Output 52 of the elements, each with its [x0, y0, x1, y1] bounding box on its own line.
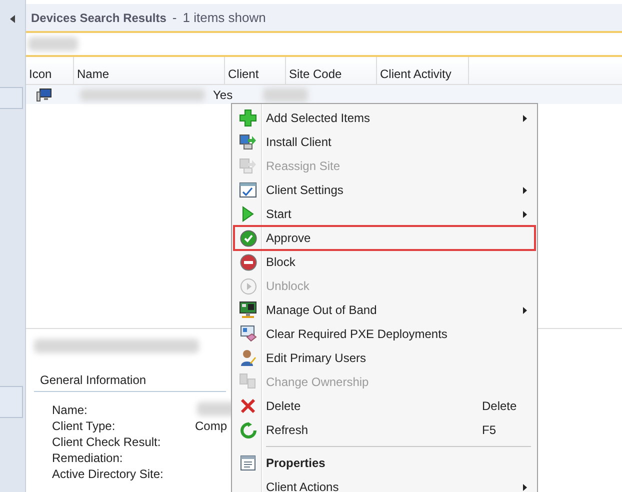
sidebar-tab[interactable] — [0, 386, 23, 418]
column-header[interactable]: Name — [74, 56, 225, 84]
minus-circle-icon — [240, 254, 256, 270]
menu-item[interactable]: Edit Primary Users — [234, 346, 535, 370]
properties-icon — [240, 455, 256, 471]
sidebar-tab[interactable] — [0, 87, 23, 109]
field-label: Active Directory Site: — [52, 466, 164, 482]
field-label: Name: — [52, 402, 88, 418]
field-label: Remediation: — [52, 450, 124, 466]
monitor-eraser-icon — [239, 325, 257, 343]
menu-item[interactable]: Properties — [234, 451, 535, 475]
circuit-board-icon — [239, 301, 257, 319]
check-circle-icon — [240, 230, 256, 246]
items-count: 1 items shown — [182, 10, 266, 26]
table-cell: Yes — [213, 88, 233, 102]
column-header[interactable]: Icon — [26, 56, 74, 84]
blurred-text — [262, 88, 308, 102]
column-header[interactable]: Site Code — [286, 56, 377, 84]
menu-item[interactable]: Install Client — [234, 130, 535, 154]
results-title: Devices Search Results — [31, 10, 166, 25]
column-header[interactable]: Client — [225, 56, 286, 84]
plus-icon — [239, 109, 257, 127]
menu-item[interactable]: Refresh F5 — [234, 418, 535, 442]
field-label: Client Check Result: — [52, 434, 162, 450]
play-icon — [242, 206, 254, 222]
shortcut-label: F5 — [482, 423, 496, 437]
computer-arrow-icon — [239, 157, 257, 175]
table-row[interactable]: Yes — [26, 84, 622, 104]
menu-item[interactable]: Manage Out of Band — [234, 298, 535, 322]
section-heading: General Information — [34, 373, 226, 392]
user-icon — [240, 349, 256, 367]
field-value: Comp — [195, 418, 228, 434]
computer-arrow-icon — [239, 133, 257, 151]
title-separator: - — [172, 10, 177, 26]
collapse-icon[interactable] — [10, 15, 16, 23]
menu-item[interactable]: Clear Required PXE Deployments — [234, 322, 535, 346]
computers-icon — [239, 373, 257, 391]
menu-item[interactable]: Delete Delete — [234, 394, 535, 418]
column-header[interactable]: Client Activity — [377, 56, 469, 84]
close-icon — [240, 398, 256, 414]
menu-item[interactable]: Client Actions — [234, 475, 535, 492]
settings-window-icon — [239, 182, 257, 198]
menu-item[interactable]: Add Selected Items — [234, 106, 535, 130]
menu-item[interactable]: Start — [234, 202, 535, 226]
menu-item[interactable]: Approve — [234, 226, 535, 250]
refresh-icon — [240, 422, 256, 438]
play-circle-icon — [240, 278, 256, 294]
menu-item[interactable]: Block — [234, 250, 535, 274]
computer-icon — [36, 88, 52, 102]
shortcut-label: Delete — [482, 399, 517, 413]
blurred-text — [28, 36, 78, 51]
menu-item[interactable]: Client Settings — [234, 178, 535, 202]
